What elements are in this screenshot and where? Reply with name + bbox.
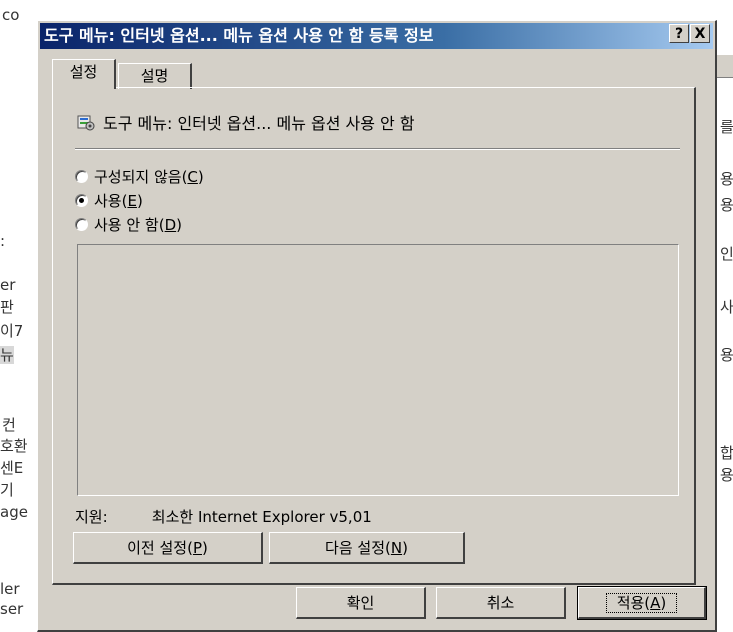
policy-setting-icon	[77, 113, 95, 131]
dialog-titlebar[interactable]: 도구 메뉴: 인터넷 옵션... 메뉴 옵션 사용 안 함 등록 정보	[40, 23, 713, 49]
supported-on-value: 최소한 Internet Explorer v5,01	[151, 508, 372, 526]
bg-fragment: :	[0, 232, 6, 250]
radio-enabled-label: 사용(E)	[94, 192, 143, 210]
policy-name: 도구 메뉴: 인터넷 옵션... 메뉴 옵션 사용 안 함	[103, 114, 415, 133]
close-icon: X	[694, 26, 706, 42]
radio-enabled-button[interactable]	[75, 194, 88, 207]
tab-settings-label: 설정	[69, 63, 98, 81]
next-setting-button[interactable]: 다음 설정(N)	[269, 532, 465, 564]
bg-fragment: 뉴	[0, 346, 14, 364]
apply-focus-rect: 적용(A)	[605, 593, 678, 613]
bg-fragment: er	[0, 276, 16, 294]
bg-fragment: 인	[720, 245, 733, 263]
bg-fragment: 용	[720, 170, 733, 188]
bg-fragment: ser	[0, 600, 24, 618]
bg-fragment: 용	[720, 196, 733, 214]
radio-not-configured-button[interactable]	[75, 170, 88, 183]
apply-button[interactable]: 적용(A)	[577, 586, 707, 620]
bg-fragment: ler	[0, 580, 20, 598]
ok-button[interactable]: 확인	[296, 587, 426, 619]
policy-header: 도구 메뉴: 인터넷 옵션... 메뉴 옵션 사용 안 함	[77, 110, 415, 134]
bg-fragment: 이7	[0, 322, 24, 340]
supported-on: 지원: 최소한 Internet Explorer v5,01	[75, 506, 372, 527]
radio-not-configured-label: 구성되지 않음(C)	[94, 168, 204, 186]
bg-fragment: 판	[0, 298, 14, 316]
tab-settings[interactable]: 설정	[52, 59, 116, 89]
close-button[interactable]: X	[690, 24, 710, 43]
radio-enabled[interactable]: 사용(E)	[75, 190, 143, 211]
previous-setting-button[interactable]: 이전 설정(P)	[73, 532, 263, 564]
cancel-button[interactable]: 취소	[436, 587, 566, 619]
tab-explain[interactable]: 설명	[118, 63, 192, 89]
radio-disabled-button[interactable]	[75, 218, 88, 231]
properties-dialog: 도구 메뉴: 인터넷 옵션... 메뉴 옵션 사용 안 함 등록 정보 ? X …	[37, 20, 717, 632]
bg-fragment: 용	[720, 466, 733, 484]
radio-not-configured[interactable]: 구성되지 않음(C)	[75, 166, 204, 187]
radio-disabled-label: 사용 안 함(D)	[94, 216, 183, 234]
dialog-title: 도구 메뉴: 인터넷 옵션... 메뉴 옵션 사용 안 함 등록 정보	[44, 26, 434, 45]
settings-panel: 도구 메뉴: 인터넷 옵션... 메뉴 옵션 사용 안 함 구성되지 않음(C)…	[52, 87, 696, 585]
bg-fragment: 를	[720, 118, 733, 136]
bg-fragment: age	[0, 503, 28, 521]
bg-fragment: 합	[720, 444, 733, 462]
bg-fragment: 용	[720, 346, 733, 364]
radio-disabled[interactable]: 사용 안 함(D)	[75, 214, 182, 235]
bg-fragment: 기	[0, 481, 14, 499]
tab-explain-label: 설명	[140, 67, 169, 85]
bg-fragment: 사	[720, 298, 733, 316]
bg-text-top: co	[2, 6, 20, 24]
bg-fragment: 컨	[2, 416, 16, 434]
bg-fragment: 센E	[0, 459, 24, 477]
bg-fragment: 호환	[0, 437, 28, 455]
supported-on-label: 지원:	[75, 508, 108, 526]
header-separator	[75, 148, 680, 150]
options-area	[77, 244, 679, 496]
help-button[interactable]: ?	[669, 24, 689, 43]
